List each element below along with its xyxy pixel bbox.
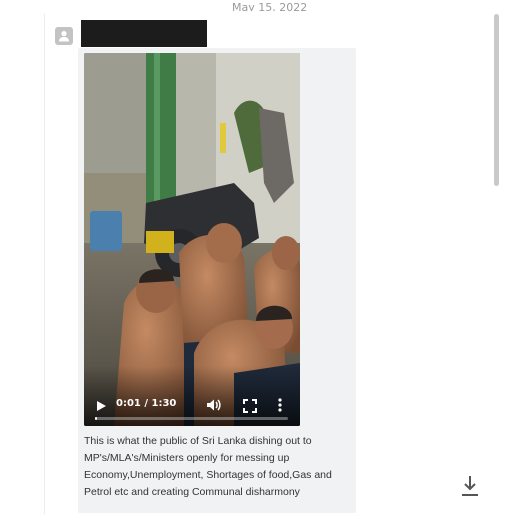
more-vertical-icon[interactable] xyxy=(275,397,285,413)
post-date: May 15, 2022 xyxy=(232,2,308,11)
redacted-author-name xyxy=(81,20,207,47)
scrollbar-thumb[interactable] xyxy=(494,14,499,186)
video-player[interactable]: 0:01 / 1:30 xyxy=(84,53,300,426)
volume-icon[interactable] xyxy=(205,397,221,413)
person-icon xyxy=(55,27,73,45)
feed-divider xyxy=(44,14,45,514)
video-progress-fill xyxy=(95,417,98,420)
video-progress-bar[interactable] xyxy=(95,417,288,420)
fullscreen-icon[interactable] xyxy=(243,398,257,413)
play-icon[interactable] xyxy=(94,398,108,412)
post-caption: This is what the public of Sri Lanka dis… xyxy=(84,435,332,498)
video-time: 0:01 / 1:30 xyxy=(116,398,177,409)
video-controls: 0:01 / 1:30 xyxy=(84,366,300,426)
download-icon[interactable] xyxy=(459,474,481,498)
